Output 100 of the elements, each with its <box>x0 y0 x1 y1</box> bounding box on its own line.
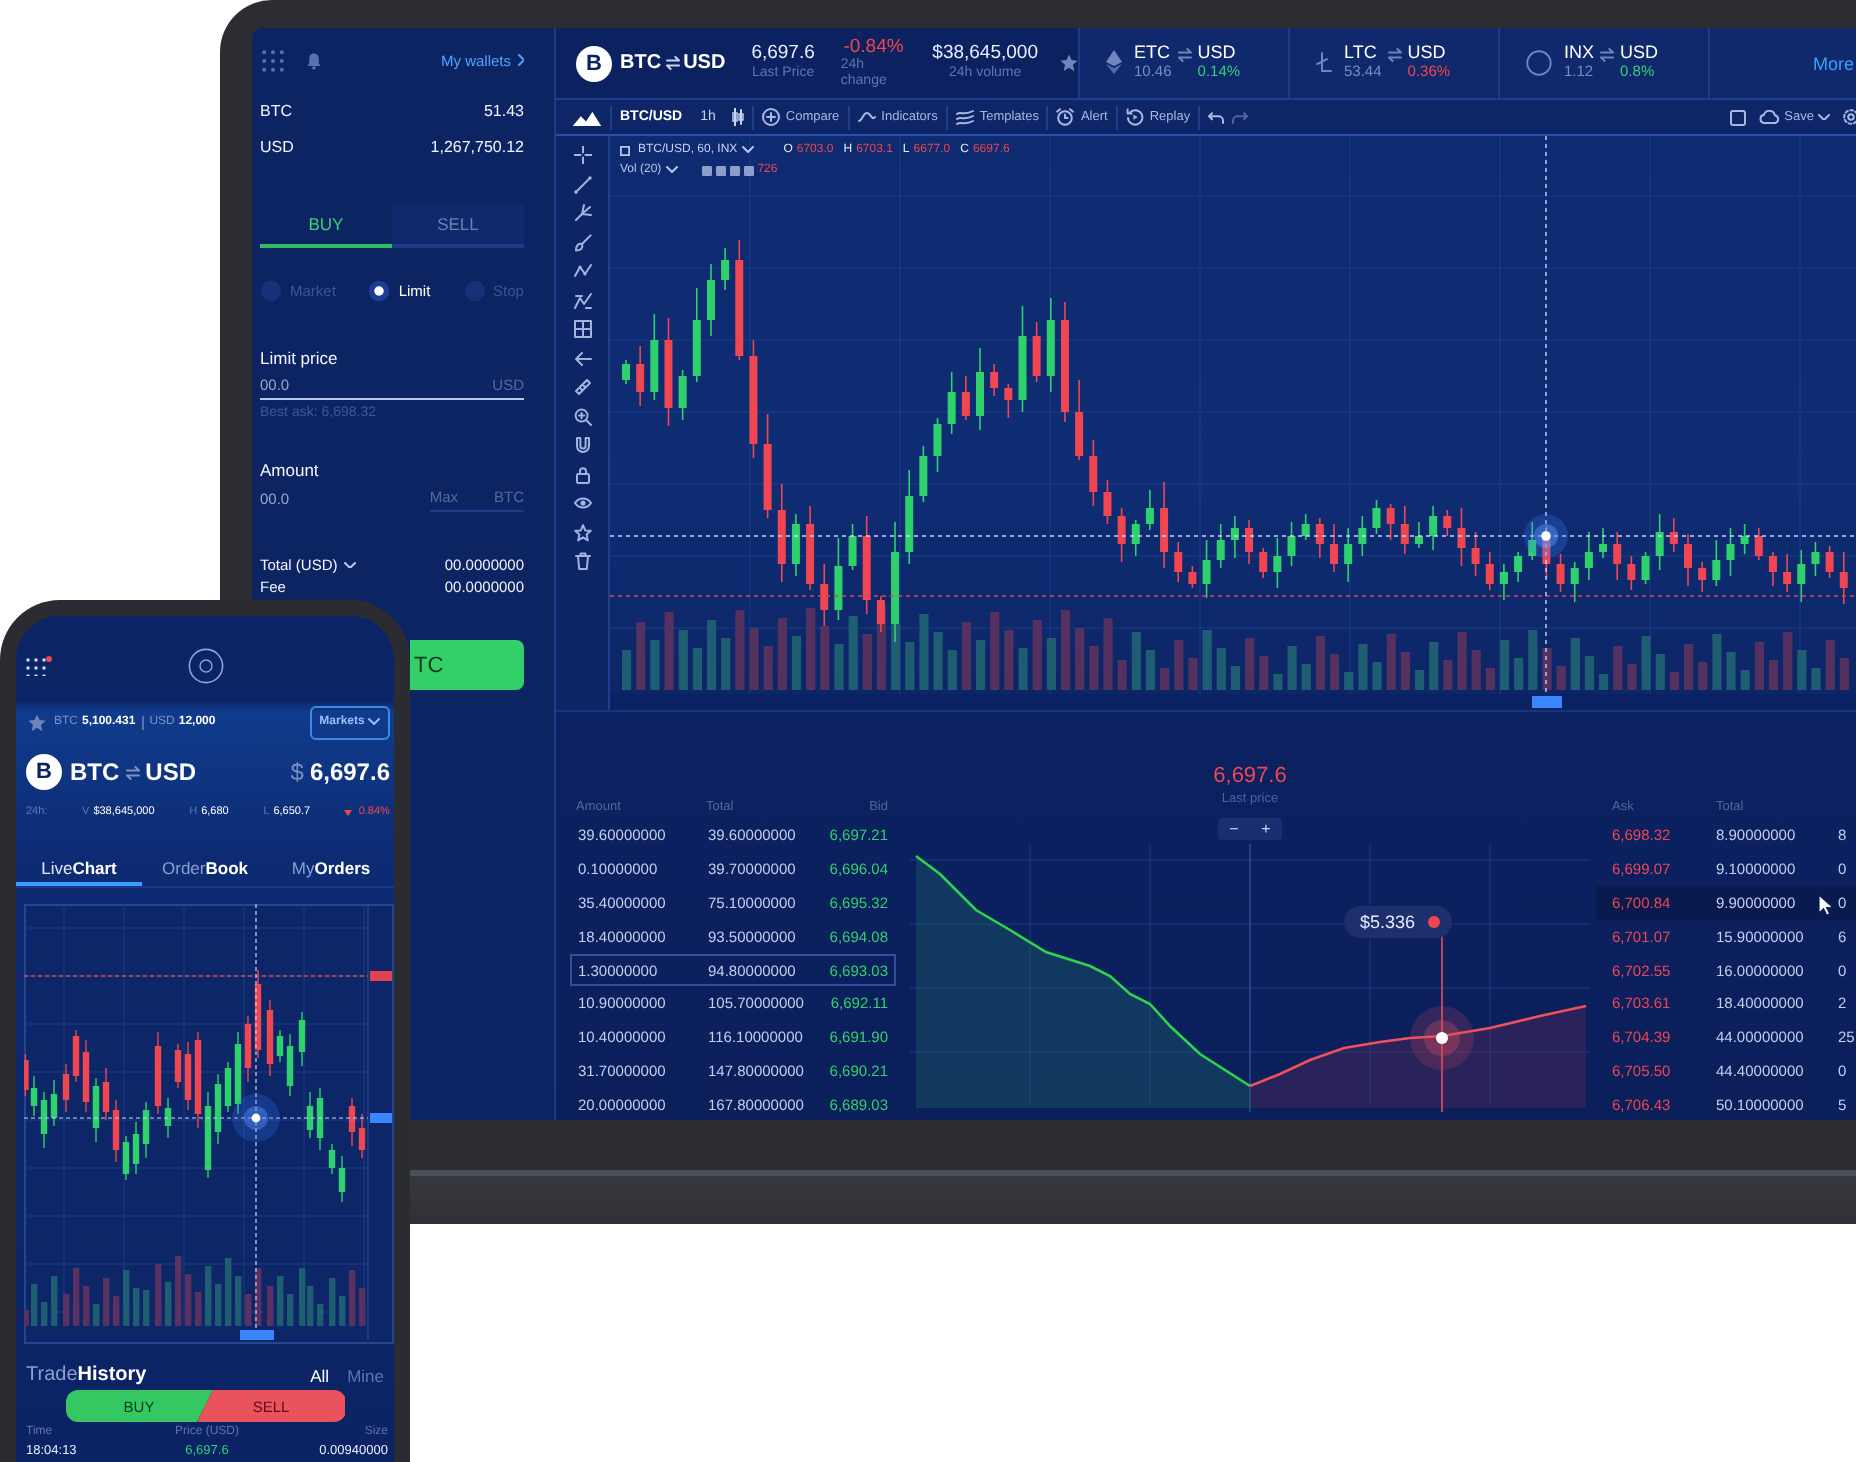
diamond-icon <box>1106 50 1122 75</box>
swap-arrows-icon <box>1600 47 1615 62</box>
volume-bar <box>215 1284 222 1326</box>
quote-currency: USD <box>1407 44 1448 65</box>
volume-bar <box>133 1288 140 1326</box>
trash-icon[interactable] <box>573 552 591 570</box>
crosshair-point-icon <box>1524 514 1568 558</box>
trend-line-icon[interactable] <box>573 175 591 193</box>
zoom-out-button[interactable]: − <box>1218 818 1250 840</box>
currency-label: BTC <box>260 101 292 119</box>
swap-arrows-icon <box>1387 47 1402 62</box>
ring-logo-icon <box>187 648 223 684</box>
star-icon[interactable] <box>28 713 46 731</box>
plus-circle-icon <box>761 108 780 126</box>
chart-tab[interactable]: OrderBook <box>142 852 268 886</box>
grid-layout-icon[interactable] <box>573 320 591 338</box>
volume-bar <box>73 1268 80 1326</box>
layers-icon <box>955 108 974 126</box>
candles-icon[interactable] <box>731 108 744 126</box>
stat-value: -0.84% <box>843 37 904 58</box>
swap-arrows-icon <box>1177 47 1192 62</box>
settings-icon[interactable] <box>1842 108 1856 126</box>
filter-tab[interactable]: All <box>310 1365 330 1385</box>
price-value: 6,697.6 <box>309 758 390 786</box>
volume-bar <box>225 1258 232 1326</box>
stat-value: $38,645,000 <box>932 44 1038 65</box>
zoom-in-button[interactable]: + <box>1250 818 1282 840</box>
brush-icon[interactable] <box>573 233 591 251</box>
chart-tab[interactable]: MyOrders <box>268 852 394 886</box>
price-marker <box>370 971 392 981</box>
cursor-icon <box>1818 893 1834 916</box>
wave-icon <box>857 108 876 126</box>
redo-icon[interactable] <box>1232 111 1249 123</box>
volume-bar <box>317 1304 324 1326</box>
fork-icon[interactable] <box>573 204 591 222</box>
volume-bar <box>359 1288 366 1326</box>
apps-grid-icon[interactable] <box>26 656 52 676</box>
square-icon[interactable] <box>1730 109 1747 125</box>
replay-icon <box>1125 108 1144 126</box>
alarm-clock-icon <box>1056 108 1075 126</box>
last-price-value: 6,697.6 <box>1213 764 1287 790</box>
volume-bar <box>339 1296 346 1326</box>
volume-bar <box>245 1294 252 1326</box>
swap-arrows-icon <box>665 56 680 70</box>
more-link[interactable]: More <box>1812 53 1854 73</box>
quote-currency: USD <box>1620 44 1659 65</box>
field-label: Limit price <box>260 346 340 372</box>
volume-bar <box>267 1286 274 1326</box>
volume-bar <box>63 1294 70 1326</box>
eye-icon[interactable] <box>573 494 591 512</box>
price-marker <box>370 1113 392 1123</box>
crosshair-icon[interactable] <box>573 146 591 164</box>
zoom-in-icon[interactable] <box>573 407 591 425</box>
currency-label: USD <box>260 137 294 155</box>
volume-bar <box>41 1302 48 1326</box>
crosshair-point-icon <box>232 1094 280 1142</box>
quote-currency: USD <box>145 758 197 786</box>
volume-bar <box>165 1282 172 1326</box>
down-triangle-icon <box>344 809 353 815</box>
bell-icon[interactable] <box>306 51 322 69</box>
mountain-logo-icon <box>572 109 602 125</box>
chevron-down-icon <box>368 718 381 726</box>
base-currency: ETC <box>1134 44 1172 65</box>
base-currency: BTC <box>70 758 120 786</box>
star-outline-icon[interactable] <box>573 523 591 541</box>
candle <box>298 1011 306 1067</box>
currency-sign: $ <box>290 758 304 786</box>
volume-bar <box>103 1278 110 1326</box>
time-marker <box>240 1330 274 1340</box>
volume-bar <box>113 1296 120 1326</box>
magnet-icon[interactable] <box>573 436 591 454</box>
volume-bar <box>185 1274 192 1326</box>
field-label: Amount <box>260 458 321 484</box>
undo-icon[interactable] <box>1208 111 1225 123</box>
ruler-icon[interactable] <box>573 378 591 396</box>
volume-bar <box>277 1276 284 1326</box>
submit-button[interactable]: TC <box>410 640 524 690</box>
volume-bar <box>123 1270 130 1326</box>
volume-bar <box>93 1304 100 1326</box>
volume-bar <box>175 1256 182 1326</box>
base-currency: BTC <box>620 52 662 74</box>
quote-currency: USD <box>1197 44 1238 65</box>
coin-symbol: B <box>576 45 612 81</box>
volume-bar <box>255 1268 262 1326</box>
lock-icon[interactable] <box>573 465 591 483</box>
star-icon[interactable] <box>1060 54 1078 72</box>
volume-bar <box>349 1270 356 1326</box>
tooltip-value: $5.336 <box>1360 912 1416 932</box>
dot-icon <box>1427 916 1440 928</box>
cloud-icon <box>1758 110 1781 124</box>
arrow-left-icon[interactable] <box>573 349 591 367</box>
volume-bar <box>51 1276 58 1326</box>
checkbox-icon[interactable] <box>620 145 630 155</box>
pattern-icon[interactable] <box>573 291 591 309</box>
chart-tab[interactable]: LiveChart <box>16 852 142 886</box>
balance-value: 1,267,750.12 <box>430 137 524 155</box>
base-currency: INX <box>1564 44 1595 65</box>
zigzag-icon[interactable] <box>573 262 591 280</box>
marker-icon <box>1410 1006 1474 1070</box>
swap-arrows-icon <box>125 765 140 779</box>
